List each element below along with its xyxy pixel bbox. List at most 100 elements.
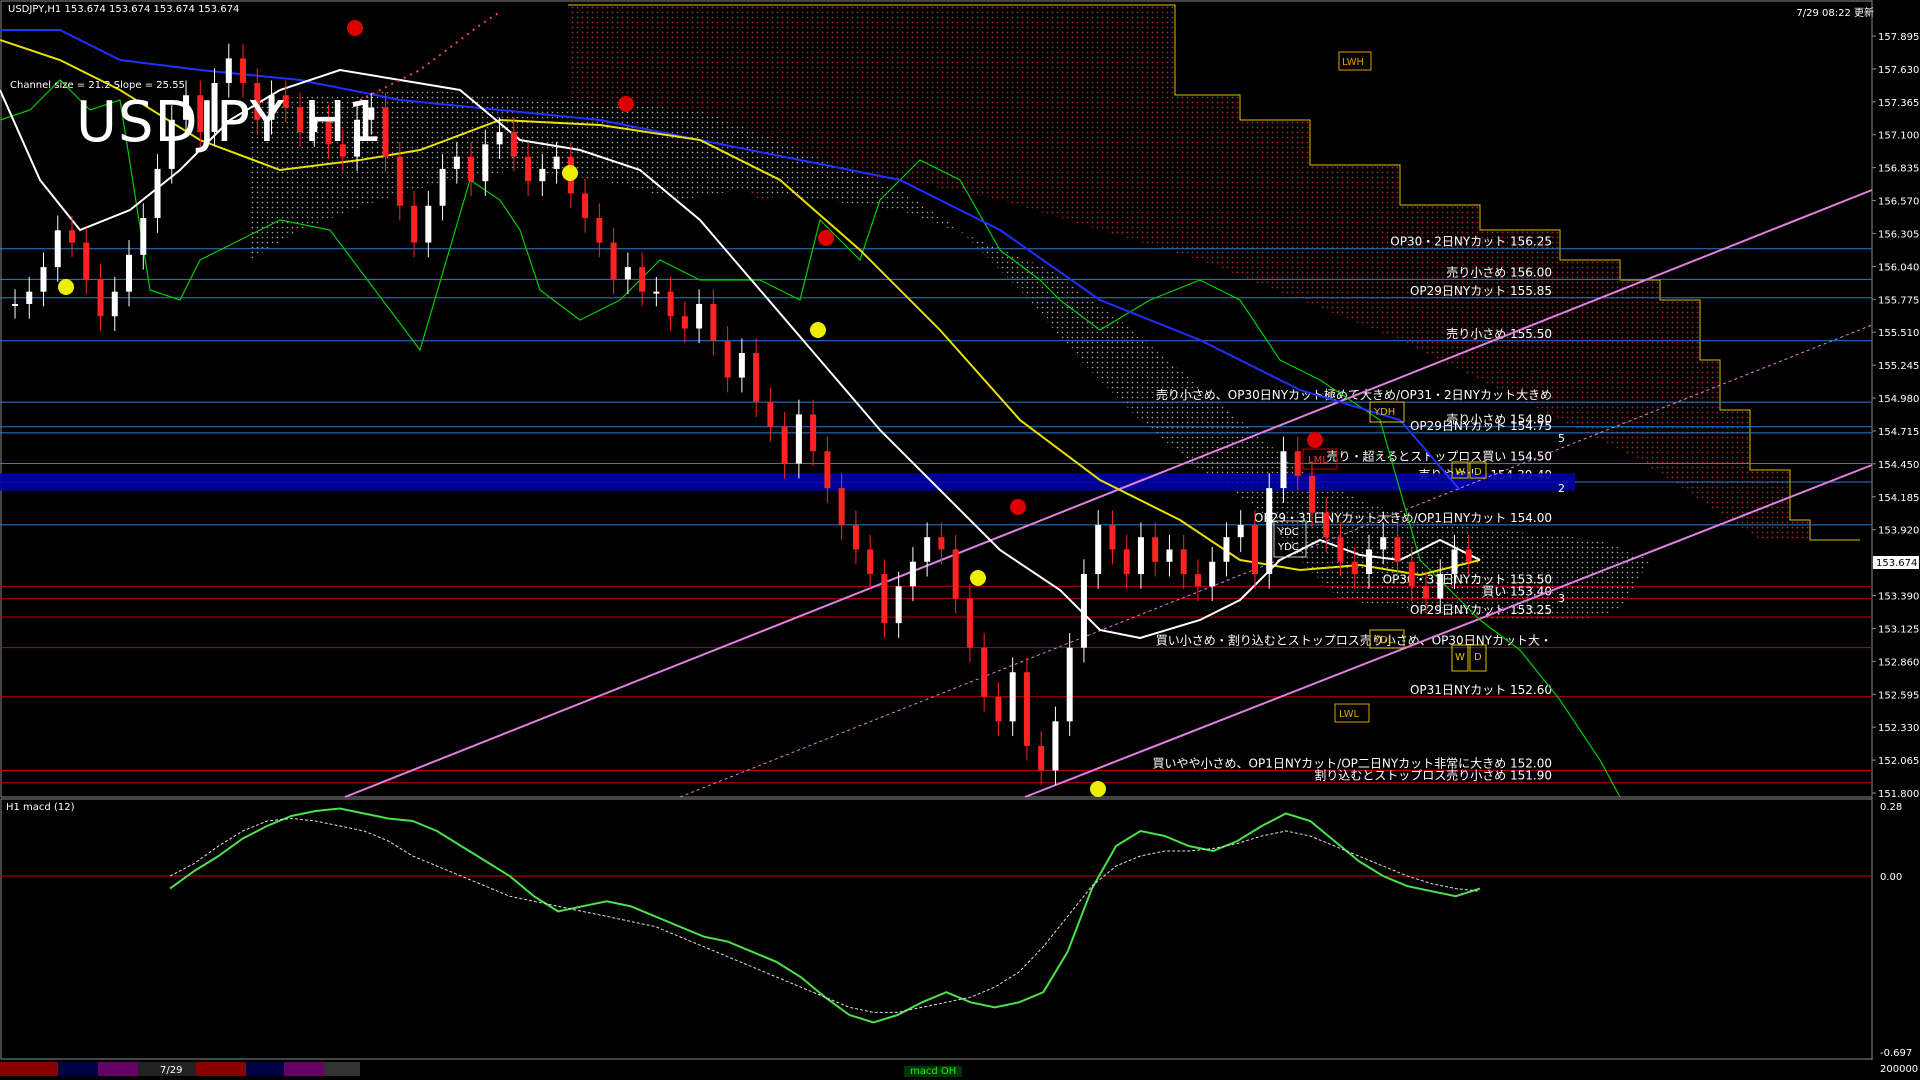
bottom-color-strip[interactable]: 7/29 [0, 1062, 360, 1076]
candle-body [696, 303, 703, 329]
price-tick-label: 157.630 [1878, 65, 1919, 76]
candle-body [1380, 537, 1387, 550]
w-label-upper: W [1455, 467, 1465, 478]
candle-body [1237, 524, 1244, 538]
candle-body [439, 168, 446, 206]
price-tick-label: 153.125 [1878, 624, 1919, 635]
ydl-label: YDL [1373, 635, 1394, 646]
candle-body [909, 561, 916, 587]
candle-body [995, 696, 1002, 722]
candle-body [553, 156, 560, 169]
candle-body [1437, 574, 1444, 599]
candle-body [140, 218, 147, 255]
wave-5: 5 [1558, 432, 1565, 445]
candle-body [639, 267, 646, 292]
candle-body [40, 267, 47, 292]
candle-body [1365, 549, 1372, 575]
timestamp: 7/29 08:22 更新 [1796, 8, 1874, 19]
price-tick-label: 156.835 [1878, 164, 1919, 175]
price-tick-label: 154.715 [1878, 427, 1919, 438]
candle-body [1038, 745, 1045, 771]
candle-body [12, 303, 18, 306]
candle-body [1294, 451, 1301, 476]
price-tick-label: 154.450 [1878, 460, 1919, 471]
chart-canvas: OP30・2日NYカット 156.25 売り小さめ 156.00 OP29日NYカッ… [0, 0, 1920, 1080]
candle-body [767, 402, 774, 427]
price-tick-label: 156.570 [1878, 197, 1919, 208]
candle-body [924, 537, 931, 562]
d-label-upper: D [1474, 467, 1482, 478]
candle-body [1066, 647, 1073, 722]
candle-body [1194, 574, 1201, 587]
price-tick-label: 157.365 [1878, 98, 1919, 109]
candle-body [1351, 561, 1358, 575]
candle-body [225, 58, 232, 83]
candle-body [1323, 512, 1330, 538]
candle-body [1223, 537, 1230, 562]
level-label: 売り小さめ 156.00 [1446, 264, 1552, 279]
candle-body [681, 316, 688, 329]
symbol-header: USDJPY,H1 153.674 153.674 153.674 153.67… [8, 4, 240, 15]
price-tick-label: 157.895 [1878, 32, 1919, 43]
candle-body [1137, 537, 1144, 575]
level-label: 割り込むとストップロス売り小さめ 151.90 [1314, 768, 1552, 783]
level-label: 買い小さめ・割り込むとストップロス売り小さめ、OP30日NYカット大・ [1156, 633, 1552, 648]
candle-body [54, 230, 61, 268]
candle-body [1009, 672, 1016, 722]
macd-tab[interactable]: macd OH [904, 1066, 963, 1077]
level-label: OP30・2日NYカット 156.25 [1390, 235, 1552, 249]
candle-body [1337, 537, 1344, 562]
level-label: OP29日NYカット 154.75 [1410, 419, 1552, 433]
candle-body [1465, 549, 1472, 562]
candle-body [126, 254, 133, 292]
candle-body [582, 193, 589, 219]
candle-body [69, 230, 76, 243]
level-label: OP31日NYカット 152.60 [1410, 683, 1552, 697]
candle-body [710, 303, 717, 341]
candle-body [981, 647, 988, 697]
candle-body [653, 291, 660, 294]
macd-tick-label: 0.00 [1880, 872, 1902, 883]
price-tick-label: 154.185 [1878, 493, 1919, 504]
macd-tick-label: -0.697 [1880, 1048, 1912, 1059]
candle-body [539, 168, 546, 182]
candle-body [1152, 537, 1159, 562]
d-label-lower: D [1474, 652, 1482, 663]
candle-body [97, 279, 104, 317]
candle-body [1023, 672, 1030, 746]
price-tick-label: 153.920 [1878, 526, 1919, 537]
price-tick-label: 152.065 [1878, 756, 1919, 767]
candle-body [952, 549, 959, 599]
level-label: 買い 153.40 [1482, 585, 1552, 599]
candle-body [1408, 561, 1415, 587]
candle-body [1266, 488, 1273, 575]
candle-body [468, 156, 475, 182]
candle-body [852, 524, 859, 550]
candle-body [610, 242, 617, 280]
price-tick-label: 154.980 [1878, 394, 1919, 405]
candle-body [838, 488, 845, 525]
candle-body [453, 156, 460, 169]
level-label: OP29・31日NYカット大きめ/OP1日NYカット 154.00 [1254, 511, 1552, 525]
candle-body [1095, 524, 1102, 575]
w-label-lower: W [1455, 652, 1465, 663]
candle-body [810, 414, 817, 452]
candle-body [154, 168, 161, 219]
level-label: OP29日NYカット 155.85 [1410, 284, 1552, 298]
candle-body [1209, 561, 1216, 587]
wave-3: 3 [1558, 592, 1565, 605]
level-label: 売り小さめ、OP30日NYカット極めて大きめ/OP31・2日NYカット大きめ [1156, 387, 1552, 402]
candle-body [1180, 549, 1187, 575]
candle-body [496, 132, 503, 145]
ydc-label-2: YDC [1277, 542, 1299, 553]
candle-body [596, 218, 603, 243]
candle-body [83, 242, 90, 280]
candle-body [781, 426, 788, 464]
candle-body [1109, 524, 1116, 550]
candle-body [795, 414, 802, 464]
candle-body [1308, 475, 1315, 513]
price-tick-label: 155.245 [1878, 361, 1919, 372]
price-tick-label: 155.775 [1878, 295, 1919, 306]
candle-body [1394, 537, 1401, 562]
candle-body [1280, 451, 1287, 489]
